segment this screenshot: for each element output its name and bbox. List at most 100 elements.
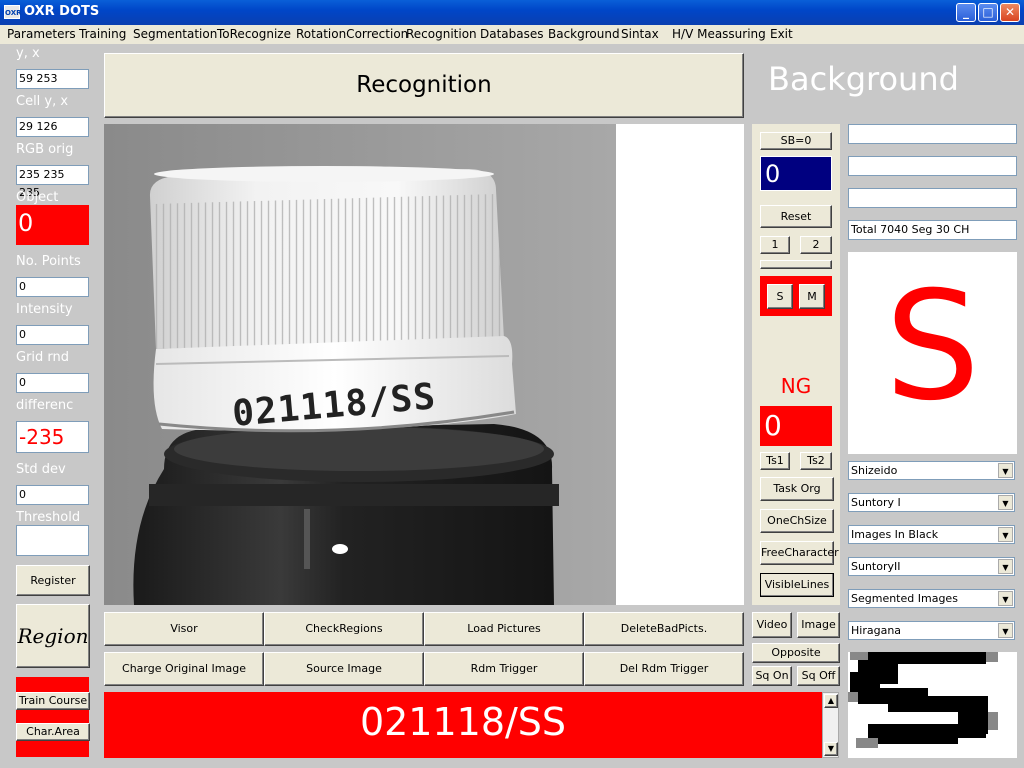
combo-segmented-images-text: Segmented Images: [851, 592, 958, 605]
window-title: OXR DOTS: [24, 4, 100, 19]
sq-on-button[interactable]: Sq On: [752, 666, 792, 686]
sb-button[interactable]: SB=0: [760, 132, 832, 150]
char-area-indicator: [16, 710, 89, 724]
menu-training[interactable]: Training: [79, 27, 126, 41]
m-button[interactable]: M: [799, 284, 825, 309]
maximize-button[interactable]: □: [978, 3, 998, 22]
del-rdm-trigger-button[interactable]: Del Rdm Trigger: [584, 652, 744, 686]
region-button[interactable]: Region: [16, 604, 90, 668]
sq-off-button[interactable]: Sq Off: [797, 666, 840, 686]
combo-shizeido-text: Shizeido: [851, 464, 898, 477]
result-text: 021118/SS: [104, 692, 822, 758]
menu-torecognize[interactable]: ToRecognize: [217, 27, 291, 41]
char-area-indicator-bottom: [16, 741, 89, 757]
combo-suntory-ii[interactable]: SuntoryII ▼: [848, 557, 1015, 576]
yx-label: y, x: [16, 46, 40, 61]
menu-background[interactable]: Background: [548, 27, 620, 41]
close-button[interactable]: ✕: [1000, 3, 1020, 22]
task-org-button[interactable]: Task Org: [760, 477, 834, 501]
menu-parameters[interactable]: Parameters: [7, 27, 76, 41]
visor-button[interactable]: Visor: [104, 612, 264, 646]
chevron-down-icon[interactable]: ▼: [998, 495, 1013, 510]
register-button[interactable]: Register: [16, 565, 90, 596]
chevron-down-icon[interactable]: ▼: [998, 527, 1013, 542]
ng-value: 0: [760, 406, 832, 446]
menu-exit[interactable]: Exit: [770, 27, 793, 41]
ts2-button[interactable]: Ts2: [800, 452, 832, 470]
ng-label: NG: [780, 374, 812, 398]
minimize-button[interactable]: _: [956, 3, 976, 22]
right-field-3[interactable]: [848, 188, 1017, 208]
right-field-2[interactable]: [848, 156, 1017, 176]
total-field[interactable]: Total 7040 Seg 30 CH: [848, 220, 1017, 240]
chevron-down-icon[interactable]: ▼: [998, 463, 1013, 478]
char-area-button[interactable]: Char.Area: [16, 723, 90, 741]
menu-segmentation[interactable]: Segmentation: [133, 27, 217, 41]
s-button[interactable]: S: [767, 284, 793, 309]
menu-bar: Parameters Training Segmentation ToRecog…: [0, 25, 1024, 44]
chevron-down-icon[interactable]: ▼: [998, 623, 1013, 638]
right-field-1[interactable]: [848, 124, 1017, 144]
yx-field[interactable]: 59 253: [16, 69, 89, 89]
opposite-button[interactable]: Opposite: [752, 643, 840, 663]
chevron-down-icon[interactable]: ▼: [998, 559, 1013, 574]
visible-lines-button[interactable]: VisibleLines: [760, 573, 834, 597]
diff-label: differenc: [16, 398, 74, 413]
result-scrollbar[interactable]: ▲ ▼: [822, 692, 839, 758]
cell-field[interactable]: 29 126: [16, 117, 89, 137]
rdm-trigger-button[interactable]: Rdm Trigger: [424, 652, 584, 686]
train-course-button[interactable]: Train Course: [16, 692, 90, 710]
combo-shizeido[interactable]: Shizeido ▼: [848, 461, 1015, 480]
object-label: Object: [16, 190, 59, 205]
points-field[interactable]: 0: [16, 277, 89, 297]
rgb-field[interactable]: 235 235 235: [16, 165, 89, 199]
app-icon: OXR: [4, 5, 22, 19]
recognition-button[interactable]: Recognition: [104, 53, 744, 118]
bottle-cap-photo: 021118/SS: [104, 124, 616, 605]
combo-images-in-black-text: Images In Black: [851, 528, 939, 541]
slider-bar[interactable]: [760, 260, 832, 269]
intensity-label: Intensity: [16, 302, 73, 317]
threshold-label: Threshold: [16, 510, 81, 525]
load-pictures-button[interactable]: Load Pictures: [424, 612, 584, 646]
combo-hiragana[interactable]: Hiragana ▼: [848, 621, 1015, 640]
recognized-char-display: S: [848, 252, 1017, 454]
scroll-down-icon[interactable]: ▼: [824, 742, 838, 756]
source-image-button[interactable]: Source Image: [264, 652, 424, 686]
grid-field[interactable]: 0: [16, 373, 89, 393]
menu-sintax[interactable]: Sintax: [621, 27, 659, 41]
diff-field[interactable]: -235: [16, 421, 89, 453]
free-character-button[interactable]: FreeCharacter: [760, 541, 839, 565]
grid-label: Grid rnd: [16, 350, 70, 365]
intensity-field[interactable]: 0: [16, 325, 89, 345]
one-button[interactable]: 1: [760, 236, 790, 254]
charge-original-image-button[interactable]: Charge Original Image: [104, 652, 264, 686]
check-regions-button[interactable]: CheckRegions: [264, 612, 424, 646]
combo-hiragana-text: Hiragana: [851, 624, 902, 637]
segmented-char-preview: [848, 652, 1017, 758]
combo-suntory-i-text: Suntory I: [851, 496, 901, 509]
video-button[interactable]: Video: [752, 612, 792, 638]
scroll-up-icon[interactable]: ▲: [824, 694, 838, 708]
train-course-indicator: [16, 677, 89, 693]
reset-button[interactable]: Reset: [760, 205, 832, 228]
background-title: Background: [768, 60, 959, 98]
ts1-button[interactable]: Ts1: [760, 452, 790, 470]
image-viewport[interactable]: 021118/SS: [104, 124, 744, 605]
combo-suntory-i[interactable]: Suntory I ▼: [848, 493, 1015, 512]
rgb-label: RGB orig: [16, 142, 74, 157]
two-button[interactable]: 2: [800, 236, 832, 254]
menu-hv-meassuring[interactable]: H/V Meassuring: [672, 27, 766, 41]
std-label: Std dev: [16, 462, 66, 477]
menu-rotation-correction[interactable]: RotationCorrection: [296, 27, 408, 41]
one-ch-size-button[interactable]: OneChSize: [760, 509, 834, 533]
combo-images-in-black[interactable]: Images In Black ▼: [848, 525, 1015, 544]
std-field[interactable]: 0: [16, 485, 89, 505]
menu-recognition[interactable]: Recognition: [406, 27, 477, 41]
combo-segmented-images[interactable]: Segmented Images ▼: [848, 589, 1015, 608]
chevron-down-icon[interactable]: ▼: [998, 591, 1013, 606]
delete-bad-picts-button[interactable]: DeleteBadPicts.: [584, 612, 744, 646]
menu-databases[interactable]: Databases: [480, 27, 544, 41]
image-button[interactable]: Image: [797, 612, 840, 638]
threshold-field[interactable]: [16, 525, 89, 556]
